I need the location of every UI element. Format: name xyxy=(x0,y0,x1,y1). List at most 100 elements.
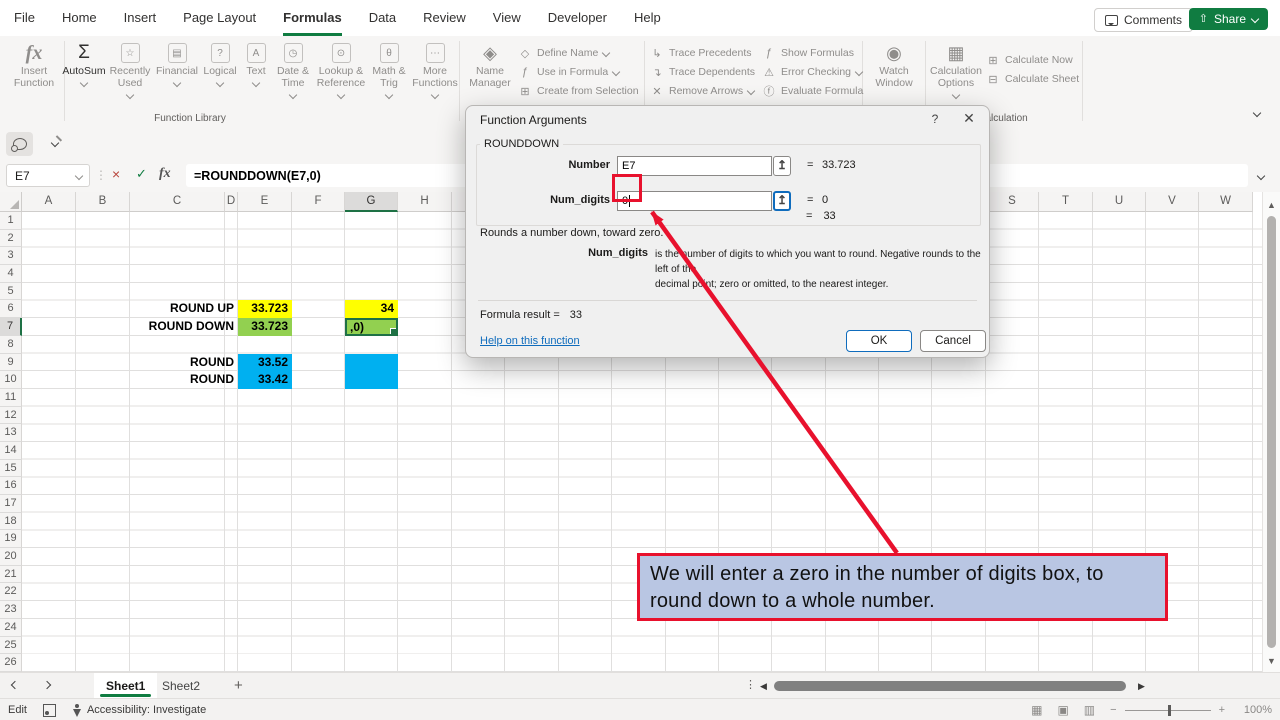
column-header-C[interactable]: C xyxy=(130,192,225,212)
lookup-reference-chevron-icon[interactable] xyxy=(337,91,345,99)
recently-used-chevron-icon[interactable] xyxy=(126,91,134,99)
normal-view-icon[interactable]: ▦ xyxy=(1031,703,1042,717)
tab-view[interactable]: View xyxy=(493,0,521,36)
scroll-down-arrow-icon[interactable]: ▼ xyxy=(1267,656,1276,666)
zoom-out-icon[interactable]: − xyxy=(1110,704,1116,716)
column-header-H[interactable]: H xyxy=(398,192,452,212)
row-header-25[interactable]: 25 xyxy=(0,637,22,655)
ribbon-define-name-button[interactable]: ◇Define Name xyxy=(518,45,639,61)
ribbon-name-manager-button[interactable]: ◈NameManager xyxy=(466,38,514,110)
new-sheet-button[interactable]: + xyxy=(234,677,243,694)
row-header-11[interactable]: 11 xyxy=(0,389,22,407)
logical-chevron-icon[interactable] xyxy=(216,79,224,87)
column-header-D[interactable]: D xyxy=(225,192,238,212)
row-header-26[interactable]: 26 xyxy=(0,654,22,672)
number-input[interactable]: E7 xyxy=(617,156,772,176)
sheet-tab-sheet1[interactable]: Sheet1 xyxy=(94,673,157,698)
row-header-1[interactable]: 1 xyxy=(0,212,22,230)
row-header-7[interactable]: 7 xyxy=(0,318,22,336)
formula-bar-handle[interactable]: ⋮ xyxy=(95,168,107,182)
row-header-2[interactable]: 2 xyxy=(0,230,22,248)
column-header-A[interactable]: A xyxy=(22,192,76,212)
date-time-chevron-icon[interactable] xyxy=(289,91,297,99)
sheet-tab-sheet2[interactable]: Sheet2 xyxy=(150,673,212,698)
ribbon-remove-arrows-button[interactable]: ✕Remove Arrows xyxy=(650,83,755,99)
text-chevron-icon[interactable] xyxy=(252,79,260,87)
row-header-14[interactable]: 14 xyxy=(0,442,22,460)
cell-G10[interactable] xyxy=(345,371,398,389)
column-header-U[interactable]: U xyxy=(1093,192,1146,212)
ribbon-recently-used-button[interactable]: ☆RecentlyUsed xyxy=(106,38,154,110)
tab-insert[interactable]: Insert xyxy=(124,0,157,36)
vertical-scroll-thumb[interactable] xyxy=(1267,216,1276,648)
financial-chevron-icon[interactable] xyxy=(173,79,181,87)
horizontal-scroll-thumb[interactable] xyxy=(774,681,1126,691)
row-header-15[interactable]: 15 xyxy=(0,460,22,478)
collapse-ribbon-chevron-icon[interactable] xyxy=(1253,109,1261,117)
math-trig-chevron-icon[interactable] xyxy=(385,91,393,99)
ribbon-trace-precedents-button[interactable]: ↳Trace Precedents xyxy=(650,45,755,61)
define-name-chevron-icon[interactable] xyxy=(602,49,610,57)
sheet-nav-right-icon[interactable] xyxy=(43,681,51,689)
ribbon-evaluate-formula-button[interactable]: ⓕEvaluate Formula xyxy=(762,83,863,99)
ribbon-calculate-now-button[interactable]: ⊞Calculate Now xyxy=(986,52,1079,68)
ribbon-watch-window-button[interactable]: ◉WatchWindow xyxy=(868,38,920,110)
ribbon-more-functions-button[interactable]: ⋯MoreFunctions xyxy=(410,38,460,110)
collapse-dialog-button[interactable]: ↥ xyxy=(773,191,791,211)
accessibility-status[interactable]: Accessibility: Investigate xyxy=(72,704,206,717)
tab-page-layout[interactable]: Page Layout xyxy=(183,0,256,36)
row-header-5[interactable]: 5 xyxy=(0,283,22,301)
zoom-slider-handle[interactable] xyxy=(1168,705,1171,716)
vertical-scrollbar[interactable]: ▲ ▼ xyxy=(1262,192,1280,672)
ribbon-show-formulas-button[interactable]: ƒShow Formulas xyxy=(762,45,863,61)
row-header-18[interactable]: 18 xyxy=(0,513,22,531)
cell-E6[interactable]: 33.723 xyxy=(238,300,292,318)
confirm-entry-icon[interactable]: ✓ xyxy=(136,166,147,182)
tab-review[interactable]: Review xyxy=(423,0,466,36)
cell-E10[interactable]: 33.42 xyxy=(238,371,292,389)
row-header-19[interactable]: 19 xyxy=(0,530,22,548)
column-header-F[interactable]: F xyxy=(292,192,345,212)
row-header-24[interactable]: 24 xyxy=(0,619,22,637)
row-header-10[interactable]: 10 xyxy=(0,371,22,389)
ribbon-calculate-sheet-button[interactable]: ⊟Calculate Sheet xyxy=(986,71,1079,87)
row-header-9[interactable]: 9 xyxy=(0,354,22,372)
comments-button[interactable]: Comments xyxy=(1094,8,1193,32)
ribbon-create-from-selection-button[interactable]: ⊞Create from Selection xyxy=(518,83,639,99)
column-header-E[interactable]: E xyxy=(238,192,292,212)
ribbon-logical-button[interactable]: ?Logical xyxy=(200,38,240,110)
autosum-chevron-icon[interactable] xyxy=(80,79,88,87)
cell-G7[interactable]: ,0) xyxy=(345,318,398,336)
ribbon-insert-function-button[interactable]: fxInsertFunction xyxy=(6,38,62,110)
insert-function-icon[interactable]: fx xyxy=(159,166,171,182)
cell-label-row-6[interactable]: ROUND UP xyxy=(130,300,234,318)
select-all-corner[interactable] xyxy=(0,192,22,212)
row-header-20[interactable]: 20 xyxy=(0,548,22,566)
ribbon-error-checking-button[interactable]: ⚠Error Checking xyxy=(762,64,863,80)
remove-arrows-chevron-icon[interactable] xyxy=(747,87,755,95)
page-layout-view-icon[interactable]: ▣ xyxy=(1057,703,1068,717)
zoom-slider-track[interactable] xyxy=(1125,710,1211,711)
tab-data[interactable]: Data xyxy=(369,0,396,36)
more-functions-chevron-icon[interactable] xyxy=(431,91,439,99)
ribbon-lookup-reference-button[interactable]: ⊙Lookup &Reference xyxy=(314,38,368,110)
share-button[interactable]: ⇧ Share xyxy=(1189,8,1268,30)
tab-help[interactable]: Help xyxy=(634,0,661,36)
zoom-percentage[interactable]: 100% xyxy=(1240,704,1272,716)
row-header-13[interactable]: 13 xyxy=(0,424,22,442)
collapse-dialog-button[interactable]: ↥ xyxy=(773,156,791,176)
tab-home[interactable]: Home xyxy=(62,0,97,36)
quick-access-dropdown-icon[interactable] xyxy=(51,139,59,147)
lasso-select-button[interactable] xyxy=(6,132,33,156)
row-header-21[interactable]: 21 xyxy=(0,566,22,584)
tab-file[interactable]: File xyxy=(14,0,35,36)
error-checking-chevron-icon[interactable] xyxy=(855,68,863,76)
page-break-preview-icon[interactable]: ▥ xyxy=(1084,703,1095,717)
cell-label-row-10[interactable]: ROUND xyxy=(130,371,234,389)
cell-label-row-9[interactable]: ROUND xyxy=(130,354,234,372)
hscroll-left-arrow-icon[interactable]: ◀ xyxy=(760,681,767,692)
name-box[interactable]: E7 xyxy=(6,164,90,187)
hscroll-right-arrow-icon[interactable]: ▶ xyxy=(1138,681,1145,692)
ribbon-autosum-button[interactable]: ΣAutoSum xyxy=(62,38,106,110)
use-in-formula-chevron-icon[interactable] xyxy=(612,68,620,76)
